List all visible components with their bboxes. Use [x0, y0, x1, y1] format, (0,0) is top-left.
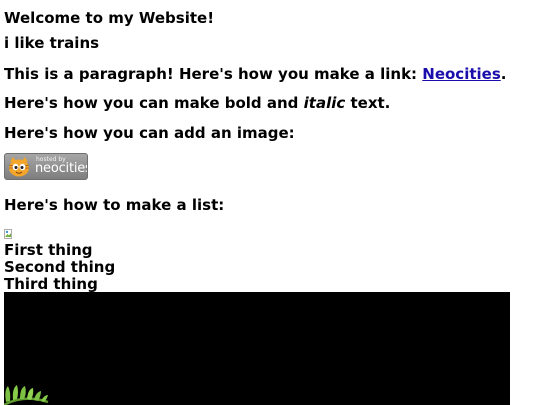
- list-item: Third thing: [4, 275, 98, 293]
- page-heading: Welcome to my Website!: [4, 9, 215, 27]
- list-item: Second thing: [4, 258, 116, 276]
- neocities-cat-icon: [8, 157, 30, 177]
- tagline: i like trains: [4, 34, 100, 52]
- link-paragraph-suffix: .: [500, 65, 507, 83]
- italic-word: italic: [303, 94, 346, 112]
- bold-paragraph-text: Here's how you can make bold and: [4, 94, 304, 112]
- embedded-media[interactable]: [4, 292, 510, 405]
- link-paragraph-text: This is a paragraph! Here's how you make…: [4, 65, 423, 83]
- broken-image-icon: [4, 229, 12, 239]
- list-item: First thing: [4, 241, 93, 259]
- image-paragraph: Here's how you can add an image:: [4, 124, 295, 142]
- bold-paragraph: Here's how you can make bold and italic …: [4, 94, 390, 112]
- link-paragraph: This is a paragraph! Here's how you make…: [4, 65, 506, 83]
- list-heading: Here's how to make a list:: [4, 196, 225, 214]
- neocities-badge[interactable]: hosted by neocities: [4, 153, 88, 180]
- bold-paragraph-suffix: text.: [345, 94, 391, 112]
- badge-name: neocities: [35, 161, 88, 176]
- neocities-link[interactable]: Neocities: [422, 65, 500, 83]
- fern-leaf-icon: [4, 385, 49, 405]
